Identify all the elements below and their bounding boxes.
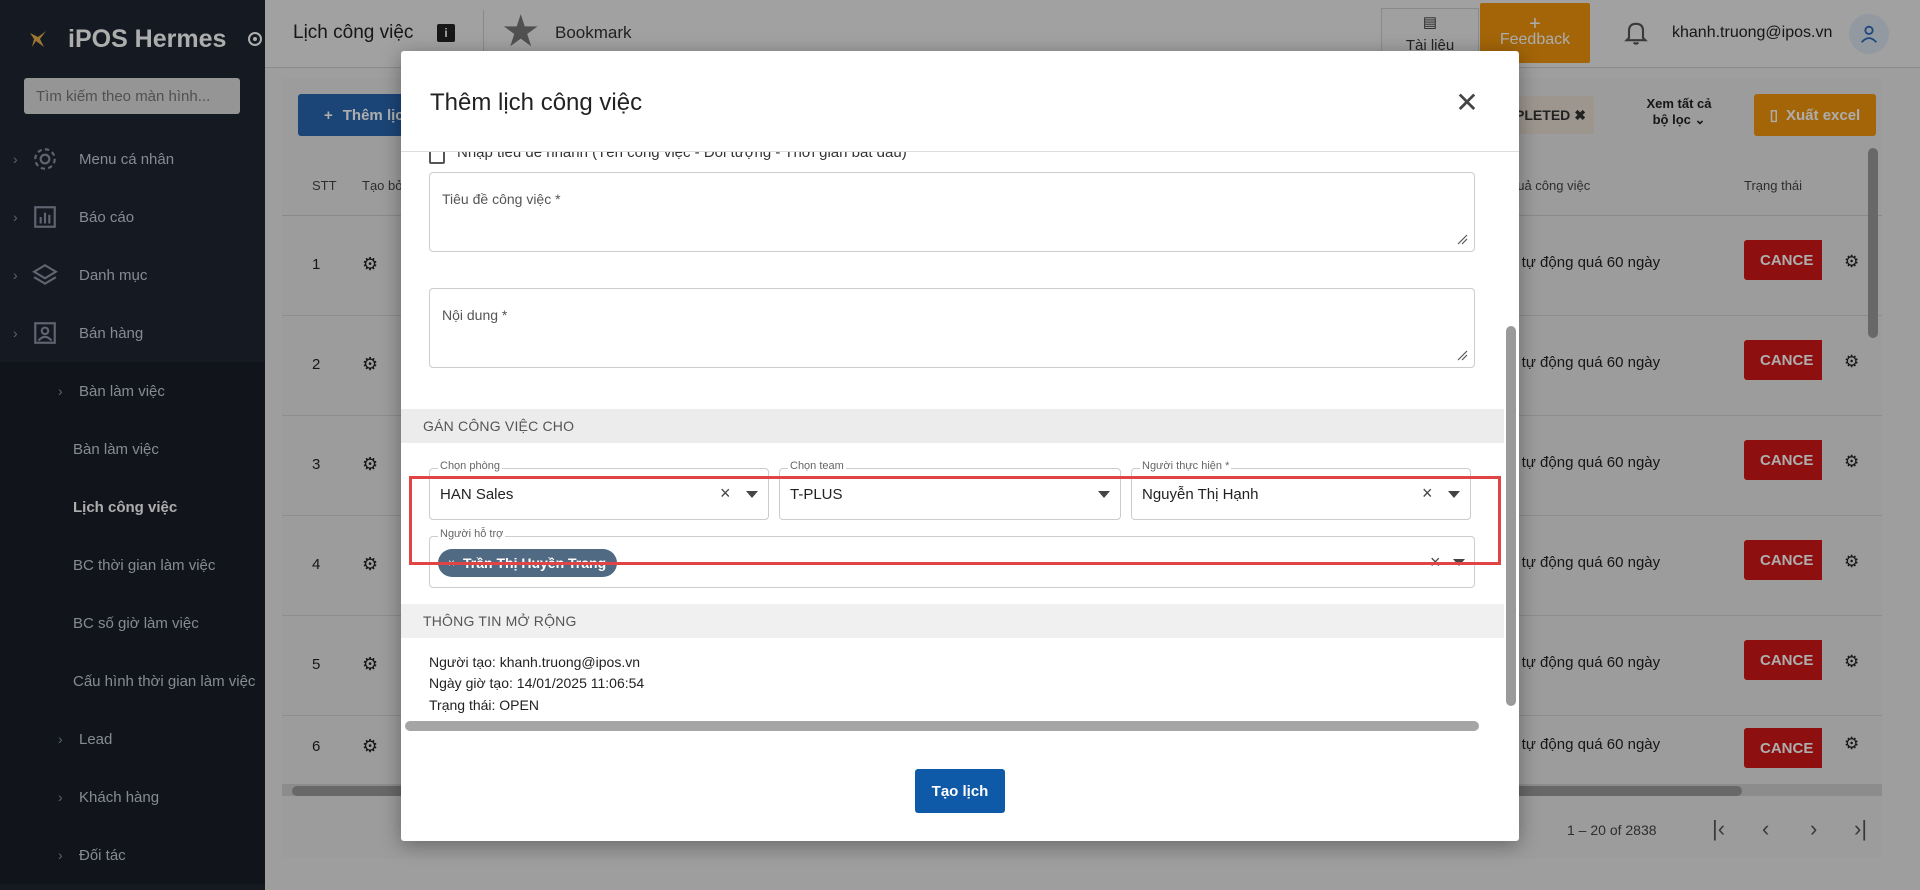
close-icon[interactable]: ✕ <box>1453 89 1481 119</box>
dialog-horizontal-scrollbar[interactable] <box>405 721 1479 731</box>
task-title-placeholder: Tiêu đề công việc * <box>442 191 561 207</box>
dialog-vertical-scrollbar[interactable] <box>1506 326 1516 706</box>
resize-handle-icon[interactable] <box>1456 233 1468 245</box>
quick-title-checkbox[interactable] <box>429 152 445 164</box>
creator-info: Người tạo: khanh.truong@ipos.vn <box>429 654 640 670</box>
created-at-info: Ngày giờ tạo: 14/01/2025 11:06:54 <box>429 675 645 691</box>
quick-title-label: Nhập tiêu đề nhanh (Tên công việc - Đối … <box>457 152 907 161</box>
quick-title-option[interactable]: Nhập tiêu đề nhanh (Tên công việc - Đối … <box>429 152 907 172</box>
status-info: Trạng thái: OPEN <box>429 697 539 713</box>
dialog-title: Thêm lịch công việc <box>430 89 643 116</box>
extended-section-header: THÔNG TIN MỞ RỘNG <box>401 604 1504 638</box>
assign-section-header: GÁN CÔNG VIỆC CHO <box>401 409 1504 443</box>
dialog-body: Nhập tiêu đề nhanh (Tên công việc - Đối … <box>401 152 1504 767</box>
department-label: Chọn phòng <box>438 460 502 472</box>
assignee-label: Người thực hiện * <box>1140 460 1232 472</box>
team-label: Chọn team <box>788 460 846 472</box>
content-placeholder: Nội dung * <box>442 307 508 323</box>
content-textarea[interactable]: Nội dung * <box>429 288 1475 368</box>
add-schedule-dialog: Thêm lịch công việc ✕ Nhập tiêu đề nhanh… <box>401 51 1519 841</box>
create-schedule-button[interactable]: Tạo lịch <box>915 769 1005 813</box>
highlight-box <box>409 476 1501 565</box>
task-title-textarea[interactable]: Tiêu đề công việc * <box>429 172 1475 252</box>
resize-handle-icon[interactable] <box>1456 349 1468 361</box>
